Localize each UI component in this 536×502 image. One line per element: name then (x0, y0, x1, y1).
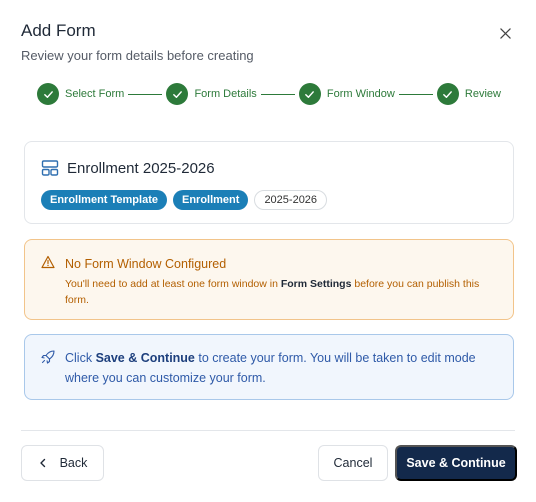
info-message: Click Save & Continue to create your for… (65, 348, 505, 388)
layout-template-icon (41, 160, 59, 176)
cancel-button[interactable]: Cancel (318, 445, 388, 481)
form-title: Enrollment 2025-2026 (67, 159, 215, 177)
step-form-details: Form Details (166, 83, 257, 105)
step-label: Form Window (326, 88, 395, 100)
form-settings-reference: Form Settings (280, 278, 352, 290)
step-review: Review (436, 83, 501, 105)
step-connector (260, 93, 295, 95)
footer-divider (21, 430, 515, 431)
info-text-part: Click (65, 351, 96, 365)
form-badges: Enrollment Template Enrollment 2025-2026 (41, 190, 328, 210)
info-alert: Click Save & Continue to create your for… (24, 334, 514, 400)
modal-header: Add Form Review your form details before… (21, 20, 515, 65)
step-complete-indicator (166, 83, 189, 105)
warning-title: No Form Window Configured (65, 257, 227, 271)
back-button-label: Back (59, 456, 88, 470)
form-summary-card: Enrollment 2025-2026 Enrollment Template… (24, 141, 514, 224)
close-button[interactable] (498, 26, 512, 40)
check-icon (443, 90, 453, 98)
close-icon (499, 27, 511, 39)
step-connector (398, 93, 433, 95)
modal-subtitle: Review your form details before creating (21, 48, 254, 63)
step-complete-indicator (436, 83, 459, 105)
chevron-left-icon (39, 458, 45, 468)
badge-year: 2025-2026 (254, 190, 328, 210)
badge-type: Enrollment (172, 190, 249, 210)
save-continue-button[interactable]: Save & Continue (395, 445, 517, 481)
step-complete-indicator (37, 83, 59, 105)
save-continue-reference: Save & Continue (95, 351, 195, 365)
badge-template: Enrollment Template (41, 190, 167, 210)
step-complete-indicator (298, 83, 321, 105)
step-connector (128, 93, 163, 95)
check-icon (173, 90, 182, 98)
check-icon (43, 90, 53, 98)
step-label: Review (464, 88, 501, 100)
add-form-modal: Add Form Review your form details before… (0, 0, 536, 502)
back-button[interactable]: Back (21, 445, 104, 481)
warning-text-part: You'll need to add at least one form win… (65, 278, 281, 290)
warning-message: You'll need to add at least one form win… (65, 276, 500, 308)
alert-triangle-icon (41, 255, 55, 269)
form-card-header: Enrollment 2025-2026 (41, 159, 215, 177)
step-label: Form Details (194, 88, 257, 100)
step-label: Select Form (65, 88, 125, 100)
check-icon (305, 90, 315, 98)
step-select-form: Select Form (37, 83, 124, 105)
stepper: Select Form Form Details Form Window Rev… (37, 83, 501, 105)
step-form-window: Form Window (298, 83, 395, 105)
rocket-icon (41, 350, 55, 364)
modal-title: Add Form (21, 21, 96, 40)
warning-alert: No Form Window Configured You'll need to… (24, 239, 514, 320)
